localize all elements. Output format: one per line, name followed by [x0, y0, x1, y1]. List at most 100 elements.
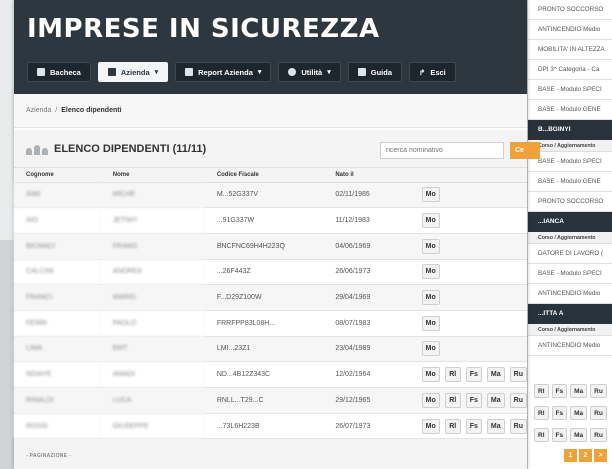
nav-esci-button[interactable]: ↱ Esci [409, 62, 456, 82]
row-action-mo-button[interactable]: Mo [421, 418, 440, 434]
course-item[interactable]: PRONTO SOCCORSO [528, 192, 612, 212]
cell-cf: ...91G337W [204, 207, 324, 234]
cell-nato: 29/12/1965 [323, 387, 410, 414]
cell-cognome: RINALDI [14, 387, 101, 414]
row-action-ru-button[interactable]: Ru [509, 367, 527, 383]
row-action-fs-button[interactable]: Fs [465, 367, 482, 383]
breadcrumb-azienda-link[interactable]: Azienda [26, 107, 51, 114]
row-action-rl-button[interactable]: Rl [534, 384, 549, 398]
cell-nato: 12/02/1964 [323, 361, 410, 388]
row-action-ma-button[interactable]: Ma [570, 406, 588, 420]
row-action-fs-button[interactable]: Fs [551, 406, 568, 420]
nav-utilita-button[interactable]: Utilità ▾ [278, 62, 341, 82]
cell-cognome: FRANCI [14, 284, 101, 311]
nav-label: Azienda [120, 67, 150, 77]
book-icon [357, 68, 366, 76]
course-item[interactable]: BASE - Modulo GENE [528, 172, 612, 192]
page-button[interactable]: 1 [564, 449, 577, 462]
cell-cognome: AIMI [14, 182, 101, 209]
row-action-mo-button[interactable]: Mo [421, 213, 440, 229]
course-item[interactable]: ANTINCENDIO Medio [528, 336, 612, 356]
course-item[interactable]: ANTINCENDIO Medio [528, 284, 612, 304]
cell-actions: Mo [409, 207, 527, 234]
cell-cf: ND...4B12Z343C [204, 361, 324, 388]
row-action-fs-button[interactable]: Fs [551, 428, 568, 442]
column-header[interactable]: Nato il [323, 168, 410, 183]
course-subheader: Corso / Aggiornamento [528, 232, 612, 244]
cell-actions: Mo [409, 336, 527, 363]
row-action-mo-button[interactable]: Mo [421, 290, 440, 306]
cell-cognome: CALCINI [14, 259, 101, 286]
row-action-ru-button[interactable]: Ru [590, 406, 607, 420]
row-action-mo-button[interactable]: Mo [421, 264, 440, 280]
nav-label: Esci [430, 67, 446, 77]
row-action-mo-button[interactable]: Mo [421, 238, 440, 254]
chevron-down-icon: ▾ [257, 69, 262, 76]
row-action-rl-button[interactable]: Rl [534, 428, 549, 442]
row-action-rl-button[interactable]: Rl [534, 406, 549, 420]
row-action-mo-button[interactable]: Mo [421, 315, 440, 331]
course-item[interactable]: BASE - Modulo GENE [528, 100, 612, 120]
breadcrumb: Azienda / Elenco dipendenti [14, 94, 527, 128]
row-action-fs-button[interactable]: Fs [465, 392, 482, 408]
people-icon [26, 143, 48, 155]
cell-nome: PAOLO [100, 310, 205, 337]
column-header[interactable]: Nome [100, 168, 205, 183]
course-item[interactable]: DATORE DI LAVORO ( [528, 244, 612, 264]
right-panel-row-buttons: Rl Fs Ma Ru [528, 381, 612, 401]
row-action-ru-button[interactable]: Ru [509, 418, 527, 434]
row-action-ru-button[interactable]: Ru [590, 428, 607, 442]
cell-actions: Mo [409, 284, 527, 311]
app-title: IMPRESE IN SICUREZZA [27, 14, 380, 44]
cell-nome: LUCA [100, 387, 205, 414]
course-item[interactable]: MOBILITA' IN ALTEZZA [528, 40, 612, 60]
cell-cognome: LIMA [14, 336, 101, 363]
course-group-header: ...IANCA [528, 212, 612, 232]
table-row: FERRI PAOLO FRRFPP83L08H... 08/07/1983 Mo [14, 310, 527, 337]
row-action-fs-button[interactable]: Fs [551, 384, 568, 398]
page-button[interactable]: > [594, 449, 607, 462]
course-item[interactable]: ANTINCENDIO Medio [528, 20, 612, 40]
row-action-ma-button[interactable]: Ma [486, 392, 505, 408]
column-header[interactable]: Codice Fiscale [204, 168, 324, 183]
column-header[interactable]: Cognome [14, 168, 101, 183]
row-action-rl-button[interactable]: Rl [444, 367, 461, 383]
row-action-mo-button[interactable]: Mo [421, 367, 440, 383]
row-action-mo-button[interactable]: Mo [421, 392, 440, 408]
nav-report-azienda-button[interactable]: Report Azienda ▾ [175, 62, 272, 82]
row-action-ru-button[interactable]: Ru [509, 392, 527, 408]
row-action-ma-button[interactable]: Ma [570, 428, 588, 442]
nav-azienda-button[interactable]: Azienda ▾ [97, 62, 169, 82]
main-navbar: Bacheca Azienda ▾ Report Azienda ▾ Utili… [27, 62, 456, 84]
search-input[interactable] [380, 142, 504, 159]
course-subheader: Corso / Aggiornamento [528, 140, 612, 152]
course-item[interactable]: PRONTO SOCCORSO [528, 0, 612, 20]
cell-actions: Mo [409, 310, 527, 337]
row-action-rl-button[interactable]: Rl [444, 418, 461, 434]
course-item[interactable]: BASE - Modulo SPECI [528, 264, 612, 284]
gear-icon [288, 68, 297, 76]
pagination: 1 2 > [564, 449, 607, 462]
table-row: RINALDI LUCA RNLL...T29...C 29/12/1965 Mo Rl F… [14, 387, 527, 414]
nav-guida-button[interactable]: Guida [347, 62, 403, 82]
course-item[interactable]: DPI 3^ Categoria - Ca [528, 60, 612, 80]
cell-nato: 26/06/1973 [323, 259, 410, 286]
course-item[interactable]: BASE - Modulo SPECI [528, 80, 612, 100]
row-action-ma-button[interactable]: Ma [486, 418, 505, 434]
row-action-fs-button[interactable]: Fs [465, 418, 482, 434]
cell-nome: ANDREA [100, 259, 205, 286]
row-action-ma-button[interactable]: Ma [570, 384, 588, 398]
page-button[interactable]: 2 [579, 449, 592, 462]
row-action-ma-button[interactable]: Ma [486, 367, 505, 383]
row-action-mo-button[interactable]: Mo [421, 341, 440, 357]
row-action-ru-button[interactable]: Ru [590, 384, 607, 398]
row-action-rl-button[interactable]: Rl [444, 392, 461, 408]
search-button[interactable]: Ce [510, 142, 540, 159]
nav-bacheca-button[interactable]: Bacheca [27, 62, 91, 82]
app-header: IMPRESE IN SICUREZZA Bacheca Azienda ▾ R… [14, 0, 527, 94]
building-icon [107, 68, 116, 76]
course-item[interactable]: BASE - Modulo SPECI [528, 152, 612, 172]
cell-cognome: FERRI [14, 310, 101, 337]
nav-label: Utilità [301, 67, 323, 77]
row-action-mo-button[interactable]: Mo [421, 187, 440, 203]
